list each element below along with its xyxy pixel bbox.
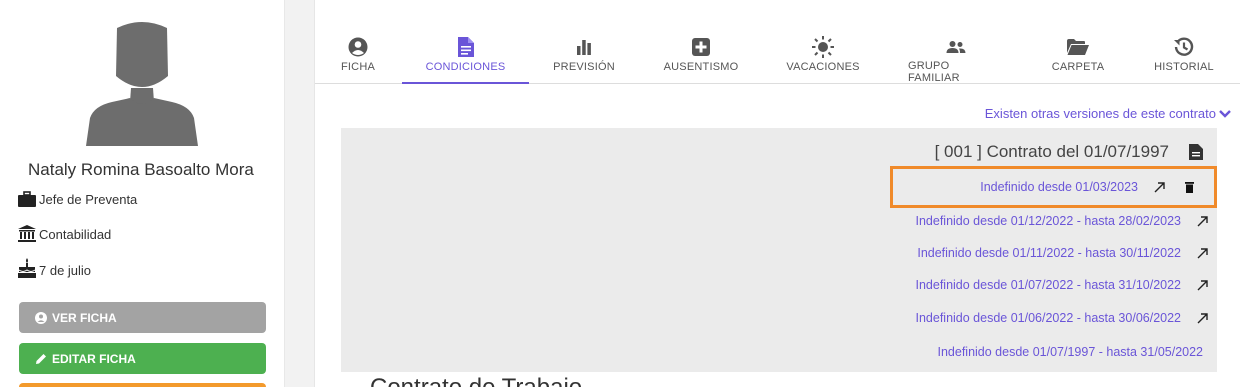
document-icon[interactable] bbox=[1189, 144, 1203, 160]
position-row: Jefe de Preventa bbox=[18, 191, 137, 207]
trash-icon[interactable] bbox=[1182, 180, 1196, 194]
tab-prevision[interactable]: PREVISIÓN bbox=[549, 30, 619, 84]
tab-label: AUSENTISMO bbox=[663, 61, 739, 73]
tab-label: FICHA bbox=[341, 61, 375, 73]
user-circle-icon bbox=[35, 311, 47, 324]
file-text-icon bbox=[457, 36, 474, 58]
orange-action-button[interactable] bbox=[19, 383, 266, 387]
bank-icon bbox=[18, 225, 36, 242]
user-circle-icon bbox=[348, 36, 368, 58]
tab-vacaciones[interactable]: VACACIONES bbox=[785, 30, 861, 84]
expand-icon[interactable] bbox=[1195, 214, 1209, 228]
section-heading: Contrato de Trabajo bbox=[370, 374, 582, 387]
period-row-2[interactable]: Indefinido desde 01/12/2022 - hasta 28/0… bbox=[916, 210, 1218, 232]
department-row: Contabilidad bbox=[18, 225, 111, 242]
department-text: Contabilidad bbox=[39, 227, 112, 242]
period-row-4[interactable]: Indefinido desde 01/07/2022 - hasta 31/1… bbox=[916, 274, 1218, 296]
period-label: Indefinido desde 01/12/2022 - hasta 28/0… bbox=[915, 214, 1182, 228]
period-row-5[interactable]: Indefinido desde 01/06/2022 - hasta 30/0… bbox=[916, 307, 1218, 329]
tab-label: CONDICIONES bbox=[425, 61, 506, 73]
bar-chart-icon bbox=[576, 36, 592, 58]
history-icon bbox=[1174, 36, 1194, 58]
period-label: Indefinido desde 01/07/2022 - hasta 31/1… bbox=[915, 278, 1182, 292]
period-row-3[interactable]: Indefinido desde 01/11/2022 - hasta 30/1… bbox=[917, 242, 1217, 264]
tab-label: PREVISIÓN bbox=[553, 61, 615, 73]
period-row-6[interactable]: Indefinido desde 01/07/1997 - hasta 31/0… bbox=[938, 341, 1218, 363]
other-versions-link[interactable]: Existen otras versiones de este contrato bbox=[985, 106, 1231, 121]
tab-label: HISTORIAL bbox=[1154, 61, 1214, 73]
profile-card: Nataly Romina Basoalto Mora Jefe de Prev… bbox=[0, 0, 285, 387]
expand-icon[interactable] bbox=[1195, 278, 1209, 292]
tab-label: GRUPO FAMILIAR bbox=[908, 60, 960, 84]
edit-profile-button[interactable]: EDITAR FICHA bbox=[19, 343, 266, 374]
tab-carpeta[interactable]: CARPETA bbox=[1050, 30, 1106, 84]
period-label: Indefinido desde 01/11/2022 - hasta 30/1… bbox=[917, 246, 1181, 260]
tab-historial[interactable]: HISTORIAL bbox=[1153, 30, 1215, 84]
contract-panel: [ 001 ] Contrato del 01/07/1997 Indefini… bbox=[341, 128, 1217, 372]
section-heading-text: Contrato de Trabajo bbox=[370, 374, 582, 387]
briefcase-icon bbox=[18, 191, 36, 207]
period-label: Indefinido desde 01/06/2022 - hasta 30/0… bbox=[915, 311, 1182, 325]
tab-ficha[interactable]: FICHA bbox=[333, 30, 383, 84]
tab-bar: FICHA CONDICIONES PREVISIÓN AUSENTISMO V bbox=[315, 30, 1240, 84]
tab-grupo-familiar[interactable]: GRUPO FAMILIAR bbox=[908, 30, 1004, 84]
expand-icon[interactable] bbox=[1195, 246, 1209, 260]
expand-icon[interactable] bbox=[1152, 180, 1166, 194]
expand-icon[interactable] bbox=[1195, 311, 1209, 325]
birthday-row: 7 de julio bbox=[18, 258, 91, 278]
period-row-1[interactable]: Indefinido desde 01/03/2023 bbox=[980, 176, 1217, 198]
period-label: Indefinido desde 01/03/2023 bbox=[980, 180, 1138, 194]
view-profile-label: VER FICHA bbox=[52, 310, 117, 325]
period-label: Indefinido desde 01/07/1997 - hasta 31/0… bbox=[937, 345, 1204, 359]
edit-profile-label: EDITAR FICHA bbox=[52, 351, 136, 366]
main-panel: FICHA CONDICIONES PREVISIÓN AUSENTISMO V bbox=[314, 0, 1253, 387]
sun-icon bbox=[812, 36, 834, 58]
contract-title: [ 001 ] Contrato del 01/07/1997 bbox=[934, 142, 1169, 161]
folder-open-icon bbox=[1067, 36, 1089, 58]
tab-condiciones[interactable]: CONDICIONES bbox=[402, 30, 529, 84]
tab-ausentismo[interactable]: AUSENTISMO bbox=[660, 30, 742, 84]
tab-label: VACACIONES bbox=[786, 61, 860, 73]
other-versions-label: Existen otras versiones de este contrato bbox=[984, 106, 1216, 121]
profile-name: Nataly Romina Basoalto Mora bbox=[28, 160, 254, 179]
avatar bbox=[86, 22, 198, 146]
chevron-down-icon bbox=[1219, 109, 1231, 118]
pencil-icon bbox=[36, 353, 46, 364]
position-text: Jefe de Preventa bbox=[39, 192, 138, 207]
view-profile-button[interactable]: VER FICHA bbox=[19, 302, 266, 333]
cake-icon bbox=[18, 258, 36, 278]
tab-label: CARPETA bbox=[1051, 61, 1105, 73]
plus-square-icon bbox=[692, 36, 710, 58]
users-icon bbox=[946, 36, 966, 57]
birthday-text: 7 de julio bbox=[39, 263, 92, 278]
